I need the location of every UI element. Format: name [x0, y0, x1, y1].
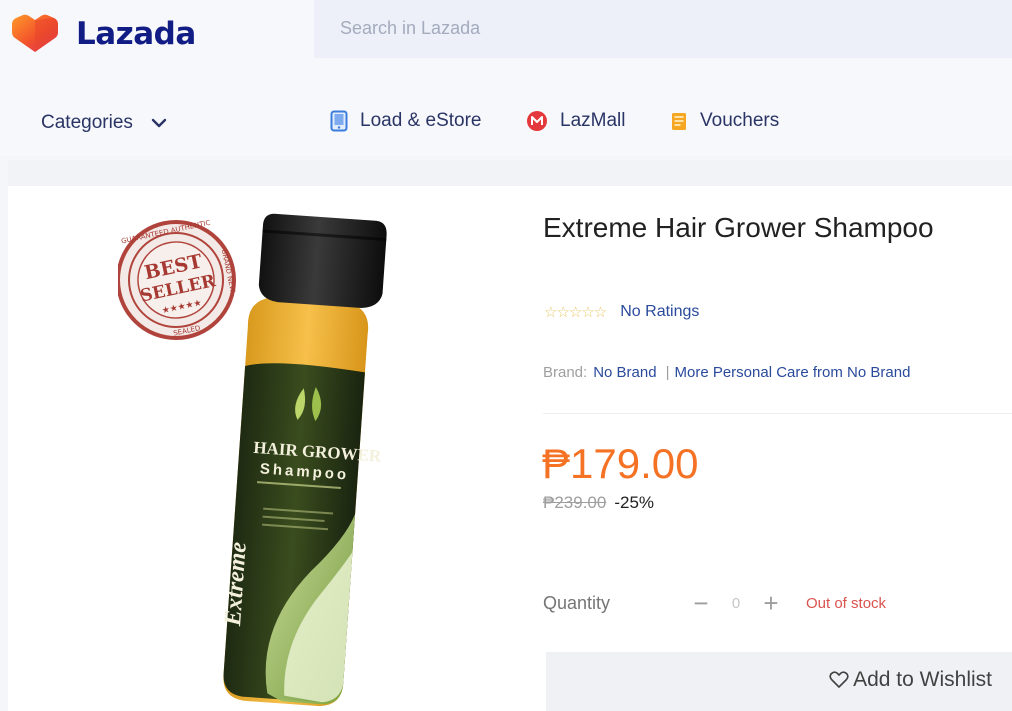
brand-row: Brand: No Brand | More Personal Care fro…: [543, 364, 910, 381]
stock-status: Out of stock: [806, 594, 887, 612]
original-price-row: ₱239.00 -25%: [543, 493, 654, 513]
heart-outline-icon: [829, 671, 849, 688]
quantity-decrease-button[interactable]: −: [688, 590, 714, 616]
lazmall-icon: [527, 111, 547, 131]
product-title: Extreme Hair Grower Shampoo: [543, 212, 934, 243]
more-from-brand-link[interactable]: More Personal Care from No Brand: [674, 364, 910, 381]
brand-label: Brand:: [543, 364, 588, 381]
brand-link[interactable]: No Brand: [593, 364, 656, 381]
divider: [543, 413, 1012, 414]
brand-separator: |: [665, 364, 670, 381]
wishlist-area: Add to Wishlist: [546, 652, 1012, 711]
categories-label: Categories: [41, 112, 133, 133]
logo-text: Lazada: [76, 16, 196, 52]
rating-row[interactable]: ☆☆☆☆☆ No Ratings: [544, 303, 699, 321]
wishlist-label: Add to Wishlist: [853, 668, 992, 691]
nav-bar: Categories Load & eStore LazMall Voucher…: [0, 88, 1012, 156]
quantity-increase-button[interactable]: +: [758, 590, 784, 616]
voucher-icon: [672, 113, 686, 130]
quantity-label: Quantity: [543, 592, 611, 613]
original-price: ₱239.00: [543, 493, 607, 512]
card-top-shade: [8, 160, 1012, 186]
lazada-heart-icon: [12, 14, 58, 52]
quantity-value[interactable]: 0: [714, 595, 758, 612]
rating-stars-icon: ☆☆☆☆☆: [544, 304, 607, 321]
current-price: ₱179.00: [542, 440, 699, 487]
phone-icon: [330, 110, 348, 132]
nav-vouchers-label: Vouchers: [700, 110, 780, 131]
categories-dropdown[interactable]: Categories: [41, 112, 167, 134]
nav-vouchers[interactable]: Vouchers: [670, 110, 779, 132]
add-to-wishlist-button[interactable]: Add to Wishlist: [829, 668, 992, 692]
nav-load-estore[interactable]: Load & eStore: [330, 110, 481, 132]
rating-text[interactable]: No Ratings: [620, 303, 699, 321]
nav-lazmall[interactable]: LazMall: [526, 110, 625, 132]
product-card: HAIR GROWER Shampoo Extreme BEST SELLER …: [8, 160, 1012, 711]
search-input[interactable]: [340, 14, 980, 42]
nav-lazmall-label: LazMall: [560, 110, 626, 131]
chevron-down-icon: [151, 118, 167, 128]
product-image[interactable]: HAIR GROWER Shampoo Extreme BEST SELLER …: [118, 210, 388, 710]
search-bar[interactable]: [314, 0, 1012, 58]
quantity-row: Quantity − 0 + Out of stock: [543, 590, 887, 616]
discount-badge: -25%: [614, 493, 655, 512]
top-header: Lazada: [0, 0, 1012, 88]
lazada-logo[interactable]: Lazada: [12, 14, 196, 54]
nav-load-label: Load & eStore: [360, 110, 482, 131]
